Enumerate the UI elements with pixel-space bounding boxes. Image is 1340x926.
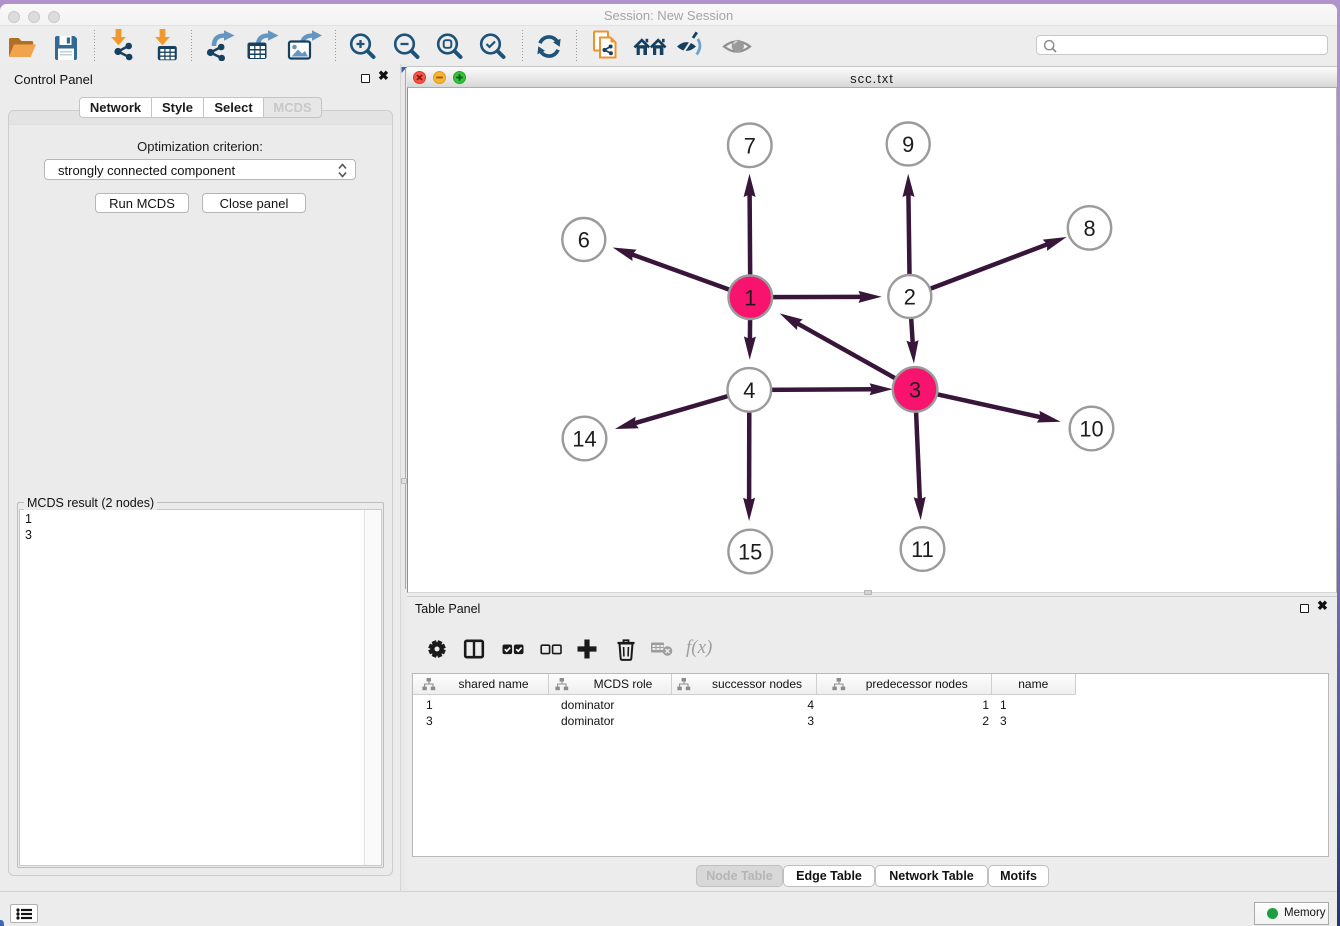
svg-text:6: 6 [578,228,590,253]
svg-text:8: 8 [1083,216,1095,241]
svg-text:4: 4 [743,378,755,403]
svg-text:7: 7 [744,134,756,159]
svg-text:11: 11 [911,537,934,562]
svg-text:14: 14 [572,427,596,452]
svg-text:3: 3 [909,378,921,403]
svg-text:9: 9 [902,132,914,157]
svg-text:1: 1 [744,285,756,310]
svg-text:2: 2 [904,285,916,310]
svg-text:15: 15 [738,540,762,565]
svg-text:10: 10 [1079,417,1103,442]
